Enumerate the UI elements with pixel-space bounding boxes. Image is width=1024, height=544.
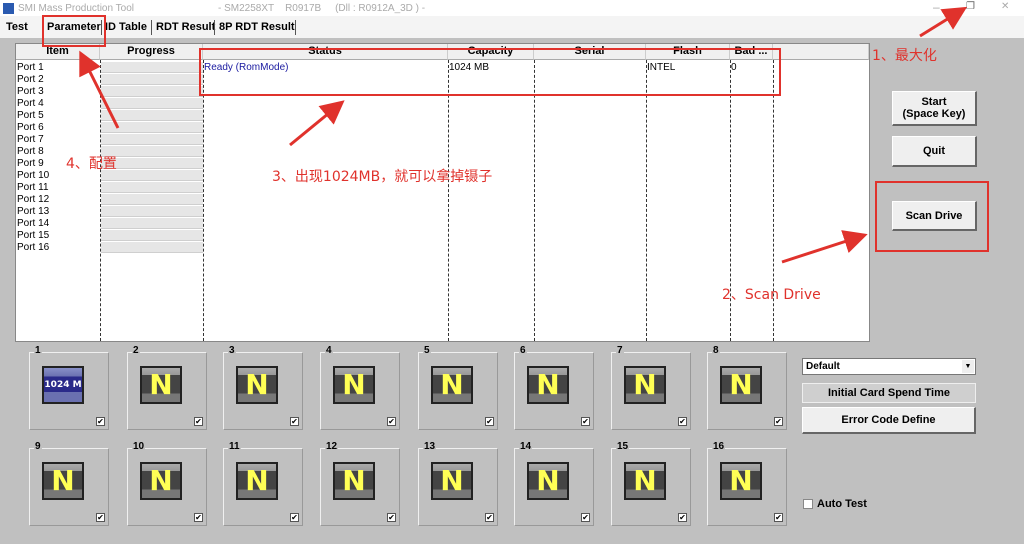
arrow-to-status (289, 100, 345, 147)
arrow-to-maximize (919, 6, 968, 38)
arrow-to-parameter (79, 50, 120, 129)
arrow-to-scan-drive (781, 230, 868, 264)
annotation-arrows (79, 6, 968, 264)
